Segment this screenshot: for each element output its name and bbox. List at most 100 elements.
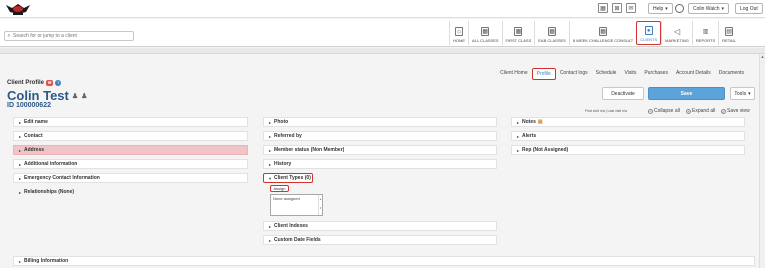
nav-label: CLIENTS (640, 37, 658, 42)
section-edit-name[interactable]: ▸ Edit name (13, 117, 248, 127)
calendar-icon[interactable]: ▦ (598, 3, 608, 13)
chevron-down-icon: ▾ (665, 5, 668, 12)
nav-label: REPORTS (695, 38, 716, 43)
nav-label: FIRST CLASS (505, 38, 532, 43)
nav-label: HOME (453, 38, 465, 43)
tab-profile[interactable]: Profile (531, 68, 556, 80)
brand-logo[interactable] (4, 2, 32, 16)
section-referred-by[interactable]: ▸ Referred by (263, 131, 497, 141)
page-scrollbar[interactable]: ▴ (759, 54, 765, 268)
section-label: Edit name (24, 119, 48, 125)
person-icon: ● (644, 26, 653, 35)
nav-retail[interactable]: ▤ RETAIL (718, 21, 739, 45)
mail-icon[interactable]: ✉ (626, 3, 636, 13)
edit-person-icon[interactable]: ♟ (72, 92, 78, 100)
nav-reports[interactable]: ▥ REPORTS (691, 21, 718, 45)
nav-label: MARKETING (665, 38, 689, 43)
expand-arrow-icon: ▸ (269, 237, 272, 243)
list-scrollbar[interactable]: ▴ ▾ (318, 195, 322, 215)
note-icon: ▤ (537, 119, 543, 125)
help-button[interactable]: Help ▾ (648, 3, 673, 14)
tools-button[interactable]: Tools ▾ (730, 87, 755, 100)
tab-client-home[interactable]: Client Home (496, 68, 532, 80)
section-notes[interactable]: ▸ Notes ▤ (511, 117, 745, 127)
calendar-icon: ▦ (548, 27, 557, 36)
nav-8-week-challenge[interactable]: ▦ 8 WEEK CHALLENGE CONSULT (568, 21, 636, 45)
client-search-input[interactable] (13, 33, 131, 39)
section-relationships[interactable]: ▸ Relationships (None) (13, 187, 248, 197)
grid-icon[interactable]: ⊠ (612, 3, 622, 13)
logout-button[interactable]: Log Out (735, 3, 763, 14)
header-divider (0, 48, 765, 54)
tab-documents[interactable]: Documents (715, 68, 748, 80)
section-history[interactable]: ▸ History (263, 159, 497, 169)
section-label: History (274, 161, 292, 167)
tab-schedule[interactable]: Schedule (592, 68, 621, 80)
section-label: Member status (Non Member) (274, 147, 345, 153)
section-photo[interactable]: ▸ Photo (263, 117, 497, 127)
section-label: Relationships (None) (24, 189, 75, 195)
section-address[interactable]: ▸ Address (13, 145, 248, 155)
section-custom-date-fields[interactable]: ▸ Custom Date Fields (263, 235, 497, 245)
tab-purchases[interactable]: Purchases (640, 68, 672, 80)
column-middle: ▸ Photo ▸ Referred by ▸ Member status (Non … (263, 117, 497, 249)
client-types-list[interactable]: None assigned ▴ ▾ (270, 194, 323, 216)
bar-chart-icon: ▥ (702, 29, 709, 35)
types-list-item[interactable]: None assigned (273, 196, 300, 201)
expand-arrow-icon: ▸ (19, 133, 22, 139)
clock-icon[interactable] (675, 3, 684, 14)
tab-contact-logs[interactable]: Contact logs (556, 68, 592, 80)
section-client-indexes[interactable]: ▸ Client Indexes (263, 221, 497, 231)
deactivate-button[interactable]: Deactivate (602, 87, 644, 100)
client-id: ID 100000622 (7, 102, 51, 109)
assign-button[interactable]: Assign (270, 185, 289, 192)
nav-marketing[interactable]: ◁ MARKETING (661, 21, 692, 45)
save-view-label: Save view (727, 108, 750, 114)
alert-badge-icon[interactable]: ✉ (46, 80, 54, 86)
scroll-up-icon[interactable]: ▴ (760, 54, 765, 60)
tab-account-details[interactable]: Account Details (672, 68, 715, 80)
nav-eab-classes[interactable]: ▦ EAB CLASSES (534, 21, 569, 45)
nav-all-classes[interactable]: ▦ ALL CLASSES (468, 21, 502, 45)
help-icon[interactable]: ? (55, 80, 62, 86)
section-additional-information[interactable]: ▸ Additional information (13, 159, 248, 169)
profile-heading: Client Profile ✉ ? (7, 80, 62, 86)
section-contact[interactable]: ▸ Contact (13, 131, 248, 141)
expand-arrow-icon: ▸ (19, 147, 22, 153)
nav-first-class[interactable]: ▦ FIRST CLASS (501, 21, 535, 45)
section-label: Billing Information (24, 258, 69, 264)
nav-home[interactable]: ⌂ HOME (449, 21, 468, 45)
nav-clients[interactable]: ● CLIENTS (636, 21, 662, 45)
section-emergency-contact[interactable]: ▸ Emergency Contact Information (13, 173, 248, 183)
tab-visits[interactable]: Visits (620, 68, 640, 80)
minus-circle-icon: − (648, 108, 653, 114)
save-view-control[interactable]: ✓ Save view (721, 108, 750, 114)
user-name: Colin Walch (693, 5, 720, 12)
main-nav-row: ⌕ ⌂ HOME ▦ ALL CLASSES ▦ FIRST CLASS ▦ E… (0, 19, 765, 47)
expand-arrow-icon: ▸ (269, 161, 272, 167)
logout-label: Log Out (740, 5, 758, 12)
client-profile-page: Client Home Profile Contact logs Schedul… (0, 55, 759, 268)
profile-label: Client Profile (7, 80, 45, 86)
client-search[interactable]: ⌕ (4, 31, 134, 41)
expand-arrow-icon: ▸ (19, 119, 22, 125)
section-client-types[interactable]: ▾ Client Types (0) (263, 173, 313, 183)
group-person-icon[interactable]: ♟ (81, 92, 87, 100)
check-circle-icon: ✓ (721, 108, 726, 114)
expand-arrow-icon: ▸ (517, 133, 520, 139)
column-right: ▸ Notes ▤ ▸ Alerts ▸ Rep (Not Assigned) (511, 117, 745, 159)
main-nav: ⌂ HOME ▦ ALL CLASSES ▦ FIRST CLASS ▦ EAB… (449, 21, 739, 45)
collapse-all-label: Collapse all (654, 108, 680, 114)
section-alerts[interactable]: ▸ Alerts (511, 131, 745, 141)
nav-label: 8 WEEK CHALLENGE CONSULT (572, 38, 634, 43)
user-menu[interactable]: Colin Walch ▾ (688, 3, 730, 14)
save-button[interactable]: Save (648, 87, 725, 100)
section-billing-information[interactable]: ▸ Billing Information (13, 256, 755, 266)
section-member-status[interactable]: ▸ Member status (Non Member) (263, 145, 497, 155)
nav-label: RETAIL (722, 38, 736, 43)
collapse-all-control[interactable]: − Collapse all (648, 108, 680, 114)
client-types-body: Assign None assigned ▴ ▾ (263, 185, 497, 217)
expand-all-control[interactable]: + Expand all (686, 108, 715, 114)
section-rep[interactable]: ▸ Rep (Not Assigned) (511, 145, 745, 155)
section-label: Custom Date Fields (274, 237, 321, 243)
